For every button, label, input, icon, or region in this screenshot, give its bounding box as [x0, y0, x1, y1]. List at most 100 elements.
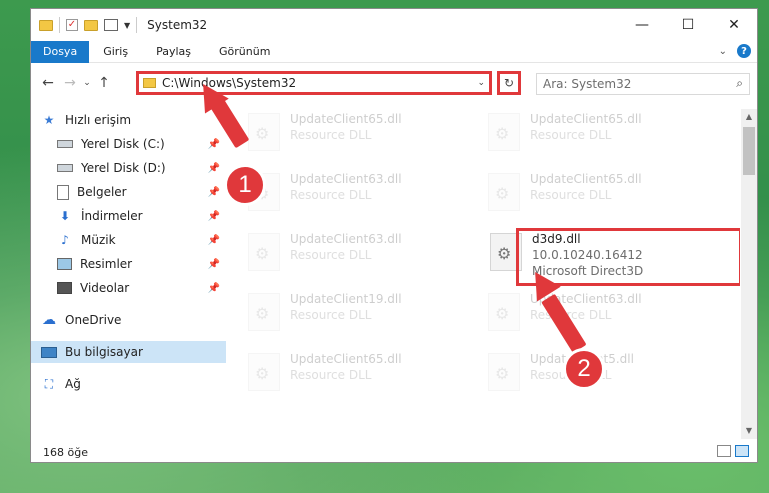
list-item[interactable]: UpdateClient65.dll Resource DLL [248, 349, 478, 397]
window-controls: — ☐ ✕ [619, 9, 757, 41]
pin-icon[interactable]: 📌 [208, 211, 220, 222]
star-icon: ★ [43, 113, 55, 127]
list-item[interactable]: UpdateClient65.dll Resource DLL [248, 109, 478, 157]
list-item[interactable]: UpdateClient63.dllResource DLL [488, 289, 718, 337]
file-type: Resource DLL [290, 248, 372, 262]
sidebar-item-label: Belgeler [77, 185, 127, 199]
dll-file-icon [248, 113, 280, 151]
minimize-button[interactable]: — [619, 9, 665, 41]
sidebar-item-pictures[interactable]: Resimler 📌 [31, 253, 226, 275]
navigation-pane: ★ Hızlı erişim Yerel Disk (C:) 📌 Yerel D… [31, 109, 226, 439]
dll-file-icon [248, 353, 280, 391]
sidebar-item-music[interactable]: ♪ Müzik 📌 [31, 229, 226, 251]
scroll-down-icon[interactable]: ▼ [741, 423, 757, 439]
up-arrow-icon[interactable]: ↑ [93, 75, 115, 91]
tab-share[interactable]: Paylaş [142, 45, 205, 58]
help-icon[interactable]: ? [737, 44, 751, 58]
scroll-up-icon[interactable]: ▲ [741, 109, 757, 125]
tab-file[interactable]: Dosya [31, 40, 90, 63]
pin-icon[interactable]: 📌 [208, 259, 220, 270]
sidebar-item-label: Yerel Disk (D:) [81, 161, 166, 175]
dll-file-icon [248, 233, 280, 271]
sidebar-item-documents[interactable]: Belgeler 📌 [31, 181, 226, 203]
pictures-icon [57, 258, 72, 270]
file-type: Resource DLL [290, 128, 372, 142]
sidebar-item-onedrive[interactable]: ☁ OneDrive [31, 309, 226, 331]
pin-icon[interactable]: 📌 [208, 163, 220, 174]
pin-icon[interactable]: 📌 [208, 283, 220, 294]
chevron-down-icon[interactable]: ⌄ [477, 78, 485, 88]
file-name: UpdateClient65.dll [530, 112, 642, 126]
customize-icon[interactable] [104, 19, 118, 31]
sidebar-item-videos[interactable]: Videolar 📌 [31, 277, 226, 299]
large-icons-view-icon[interactable] [735, 445, 749, 457]
tab-view[interactable]: Görünüm [205, 45, 284, 58]
sidebar-item-this-pc[interactable]: Bu bilgisayar [31, 341, 226, 363]
chevron-down-icon[interactable]: ▼ [124, 21, 130, 30]
status-bar: 168 öğe [31, 441, 757, 463]
properties-check-icon[interactable]: ✓ [66, 19, 78, 31]
maximize-button[interactable]: ☐ [665, 9, 711, 41]
file-type: Resource DLL [290, 308, 372, 322]
address-bar[interactable]: C:\Windows\System32 ⌄ [136, 71, 492, 95]
quick-access-toolbar: ✓ ▼ [39, 17, 138, 33]
file-name: UpdateClient65.dll [290, 112, 402, 126]
title-bar: ✓ ▼ System32 — ☐ ✕ [31, 9, 757, 41]
sidebar-item-label: Hızlı erişim [65, 113, 132, 127]
new-folder-icon[interactable] [84, 19, 98, 31]
divider [59, 17, 60, 33]
dll-file-icon [488, 353, 520, 391]
pin-icon[interactable]: 📌 [208, 187, 220, 198]
computer-icon [41, 346, 57, 358]
dll-file-icon [488, 173, 520, 211]
video-icon [57, 282, 72, 294]
file-type: Resource DLL [290, 368, 372, 382]
ribbon-tabs: Dosya Giriş Paylaş Görünüm ⌄ ? [31, 40, 757, 63]
scrollbar-thumb[interactable] [743, 127, 755, 175]
item-count: 168 öğe [43, 445, 88, 459]
sidebar-item-label: OneDrive [65, 313, 122, 327]
list-item[interactable]: UpdateClient65.dll Resource DLL [488, 109, 718, 157]
list-item[interactable]: UpdateClient63.dllResource DLL [248, 169, 478, 217]
sidebar-item-local-disk-c[interactable]: Yerel Disk (C:) 📌 [31, 133, 226, 155]
sidebar-item-label: Ağ [65, 377, 81, 391]
folder-icon [143, 78, 156, 88]
list-item[interactable]: UpdateClient63.dllResource DLL [248, 229, 478, 277]
pin-icon[interactable]: 📌 [208, 139, 220, 150]
expand-ribbon-icon[interactable]: ⌄ [719, 46, 727, 57]
file-type: Resource DLL [290, 188, 372, 202]
sidebar-item-local-disk-d[interactable]: Yerel Disk (D:) 📌 [31, 157, 226, 179]
dll-file-icon [488, 293, 520, 331]
tab-home[interactable]: Giriş [89, 45, 142, 58]
sidebar-item-label: Resimler [80, 257, 133, 271]
vertical-scrollbar[interactable]: ▲ ▼ [741, 109, 757, 439]
navigation-bar: ← → ⌄ ↑ C:\Windows\System32 ⌄ ↻ Ara: Sys… [31, 69, 757, 97]
file-name: UpdateClient65.dll [530, 172, 642, 186]
dll-file-icon [488, 113, 520, 151]
download-icon: ⬇ [59, 209, 71, 223]
drive-icon [57, 140, 73, 148]
sidebar-item-downloads[interactable]: ⬇ İndirmeler 📌 [31, 205, 226, 227]
file-name: UpdateClient65.dll [290, 352, 402, 366]
sidebar-item-label: Bu bilgisayar [65, 345, 143, 359]
refresh-button[interactable]: ↻ [497, 71, 521, 95]
documents-icon [57, 184, 69, 200]
list-item[interactable]: UpdateClient65.dll Resource DLL [488, 169, 718, 217]
sidebar-item-label: Yerel Disk (C:) [81, 137, 165, 151]
file-type: Resource DLL [530, 128, 612, 142]
sidebar-item-label: İndirmeler [81, 209, 143, 223]
list-item[interactable]: UpdateClient19.dll Resource DLL [248, 289, 478, 337]
search-input[interactable]: Ara: System32 ⌕ [536, 73, 750, 95]
recent-locations-chevron-icon[interactable]: ⌄ [81, 78, 93, 88]
view-switcher [717, 445, 749, 457]
back-arrow-icon[interactable]: ← [37, 75, 59, 91]
pin-icon[interactable]: 📌 [208, 235, 220, 246]
search-icon[interactable]: ⌕ [736, 76, 743, 91]
sidebar-item-quick-access[interactable]: ★ Hızlı erişim [31, 109, 226, 131]
step-badge-2: 2 [563, 348, 605, 390]
close-button[interactable]: ✕ [711, 9, 757, 41]
forward-arrow-icon[interactable]: → [59, 75, 81, 91]
sidebar-item-network[interactable]: ⛶ Ağ [31, 373, 226, 395]
details-view-icon[interactable] [717, 445, 731, 457]
folder-icon [39, 19, 53, 31]
